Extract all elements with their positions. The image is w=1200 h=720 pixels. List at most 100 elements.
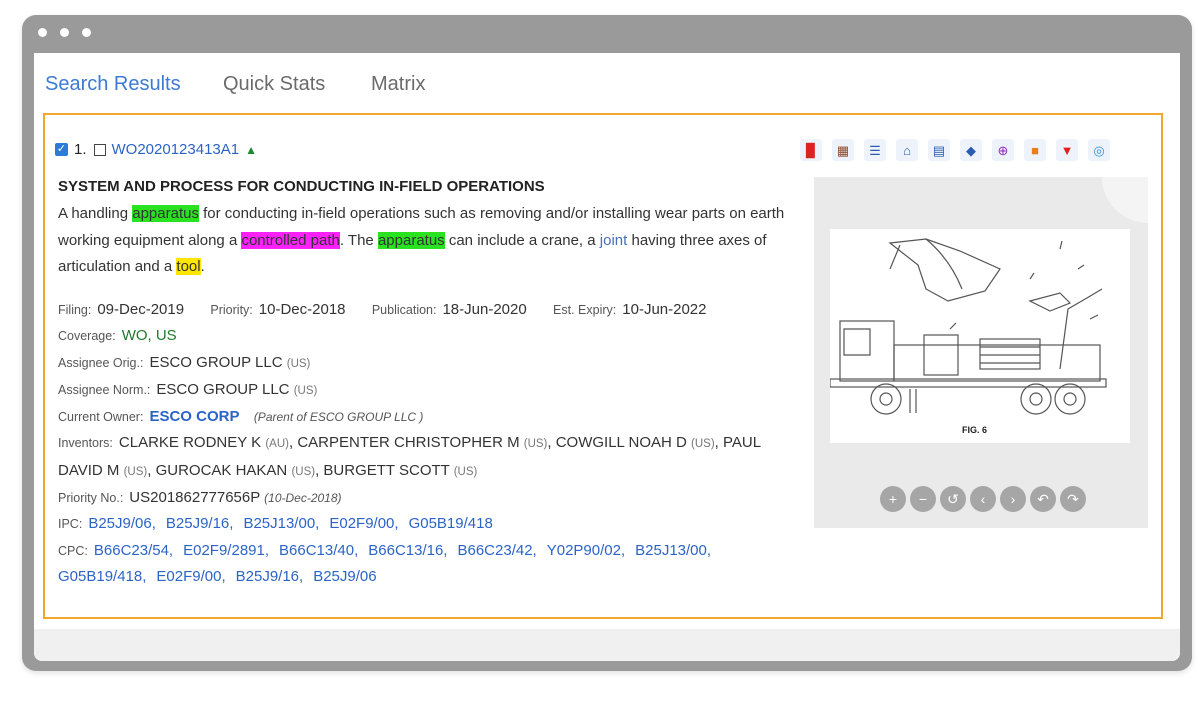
ipc-code-link[interactable]: B25J9/16, (166, 515, 234, 532)
priority-no-value: US201862777656P (129, 489, 260, 507)
dates-row: Filing: 09-Dec-2019 Priority: 10-Dec-2018 … (58, 297, 803, 323)
coverage-value: WO, US (121, 327, 177, 345)
inventor-name: CARPENTER CHRISTOPHER M (297, 434, 520, 452)
fullscreen-icon[interactable] (1102, 177, 1148, 223)
next-icon[interactable]: › (1000, 486, 1026, 512)
country-code: (US) (453, 465, 478, 478)
cpc-code-link[interactable]: E02F9/00, (156, 568, 225, 585)
figure-caption: FIG. 6 (962, 425, 987, 435)
filing-date: 09-Dec-2019 (97, 301, 185, 318)
filing-label: Filing: (58, 303, 92, 317)
ipc-code-link[interactable]: G05B19/418 (409, 515, 493, 532)
tab-matrix[interactable]: Matrix (371, 73, 425, 96)
priority-no-label: Priority No.: (58, 491, 124, 506)
patent-image-panel: FIG. 6 + − ↺ ‹ › ↶ ↷ (814, 177, 1148, 528)
coverage-row: Coverage: WO, US (58, 323, 803, 349)
highlight-term: tool (176, 258, 201, 275)
institution-icon[interactable]: ⌂ (896, 139, 918, 161)
cpc-code-link[interactable]: B66C13/40, (279, 542, 358, 559)
cpc-code-link[interactable]: Y02P90/02, (547, 542, 625, 559)
assignee-norm-value: ESCO GROUP LLC (156, 380, 290, 398)
select-checkbox[interactable]: ✓ (55, 143, 68, 156)
cpc-code-link[interactable]: B25J9/06 (313, 568, 376, 585)
highlight-term: controlled path (241, 231, 340, 249)
publication-number-link[interactable]: WO2020123413A1 (112, 141, 240, 158)
country-code: (US) (523, 438, 548, 451)
tag-icon[interactable]: ◆ (960, 139, 982, 161)
result-card: ✓ 1. WO2020123413A1 ▲ ▉ ▦ ☰ ⌂ ▤ ◆ ⊕ ■ ▼ … (43, 113, 1163, 619)
folder-icon[interactable]: ■ (1024, 139, 1046, 161)
browser-window: Search Results Quick Stats Matrix ✓ 1. W… (22, 15, 1192, 671)
cpc-code-link[interactable]: G05B19/418, (58, 568, 146, 585)
ipc-code-link[interactable]: B25J13/00, (243, 515, 319, 532)
inventors-label: Inventors: (58, 436, 113, 451)
expiry-date: 10-Jun-2022 (622, 301, 707, 318)
cpc-code-link[interactable]: B25J9/16, (236, 568, 304, 585)
page-content: Search Results Quick Stats Matrix ✓ 1. W… (34, 53, 1180, 661)
expiry-label: Est. Expiry: (553, 303, 617, 317)
zoom-out-icon[interactable]: − (910, 486, 936, 512)
tab-quick-stats[interactable]: Quick Stats (223, 73, 325, 96)
pdf-icon[interactable]: ▉ (800, 139, 822, 161)
current-owner-label: Current Owner: (58, 410, 144, 425)
abstract-text: A handling (58, 205, 133, 222)
assignee-norm-label: Assignee Norm.: (58, 382, 151, 397)
ipc-row: IPC: B25J9/06, B25J9/16, B25J13/00, E02F9/00… (58, 511, 803, 537)
inventor-name: COWGILL NOAH D (555, 434, 687, 452)
country-code: (US) (123, 465, 148, 478)
inventor-name-part: PAUL (723, 434, 762, 452)
zoom-in-icon[interactable]: + (880, 486, 906, 512)
cpc-label: CPC: (58, 543, 88, 558)
priority-date: 10-Dec-2018 (258, 301, 346, 318)
current-owner-link[interactable]: ESCO CORP (149, 408, 239, 425)
abstract-text: . (200, 258, 205, 275)
shield-icon[interactable]: ◎ (1088, 139, 1110, 161)
result-header: ✓ 1. WO2020123413A1 ▲ (55, 141, 257, 158)
ipc-code-link[interactable]: E02F9/00, (329, 515, 398, 532)
rotate-left-icon[interactable]: ↶ (1030, 486, 1056, 512)
abstract-text: . The (339, 231, 378, 249)
status-triangle-icon: ▲ (245, 142, 258, 157)
publication-label: Publication: (371, 303, 437, 317)
cpc-code-link[interactable]: B66C13/16, (368, 542, 447, 559)
qr-code-icon[interactable]: ▦ (832, 139, 854, 161)
assignee-norm-row: Assignee Norm.: ESCO GROUP LLC (US) (58, 377, 803, 404)
result-title: SYSTEM AND PROCESS FOR CONDUCTING IN-FIE… (58, 178, 545, 195)
coverage-label: Coverage: (58, 329, 116, 344)
cart-icon[interactable]: ▼ (1056, 139, 1078, 161)
patent-drawing[interactable]: FIG. 6 (829, 229, 1130, 443)
priority-label: Priority: (210, 303, 253, 317)
country-code: (US) (286, 357, 311, 370)
result-index: 1. (74, 141, 87, 158)
window-dot-icon (38, 28, 47, 37)
ipc-code-link[interactable]: B25J9/06, (88, 515, 156, 532)
cpc-code-link[interactable]: B25J13/00, (635, 542, 711, 559)
current-owner-parent: (Parent of ESCO GROUP LLC ) (253, 410, 424, 425)
term-joint: joint (599, 231, 628, 249)
priority-no-date: (10-Dec-2018) (264, 491, 342, 506)
cpc-code-link[interactable]: E02F9/2891, (183, 542, 269, 559)
patent-drawing-figure: FIG. 6 (829, 238, 1107, 435)
document-list-icon[interactable]: ☰ (864, 139, 886, 161)
image-controls: + − ↺ ‹ › ↶ ↷ (880, 486, 1090, 512)
cpc-code-link[interactable]: B66C23/54, (94, 542, 173, 559)
rotate-right-icon[interactable]: ↷ (1060, 486, 1086, 512)
highlight-term: apparatus (377, 231, 445, 249)
target-icon[interactable]: ⊕ (992, 139, 1014, 161)
window-titlebar (22, 15, 1192, 53)
open-external-icon[interactable] (93, 143, 106, 156)
country-code: (US) (293, 384, 318, 397)
country-code: (US) (691, 438, 715, 451)
ipc-label: IPC: (58, 517, 83, 532)
result-metadata: Filing: 09-Dec-2019 Priority: 10-Dec-2018 … (58, 297, 803, 590)
previous-icon[interactable]: ‹ (970, 486, 996, 512)
tab-search-results[interactable]: Search Results (45, 73, 181, 96)
inventors-row: Inventors: CLARKE RODNEY K (AU), CARPENTE… (58, 434, 762, 452)
result-abstract: A handling apparatus for conducting in-f… (58, 201, 803, 281)
window-dot-icon (82, 28, 91, 37)
result-toolbar: ▉ ▦ ☰ ⌂ ▤ ◆ ⊕ ■ ▼ ◎ (800, 139, 1120, 161)
cpc-code-link[interactable]: B66C23/42, (457, 542, 536, 559)
table-icon[interactable]: ▤ (928, 139, 950, 161)
reset-icon[interactable]: ↺ (940, 486, 966, 512)
priority-no-row: Priority No.: US201862777656P (10-Dec-201… (58, 485, 803, 511)
